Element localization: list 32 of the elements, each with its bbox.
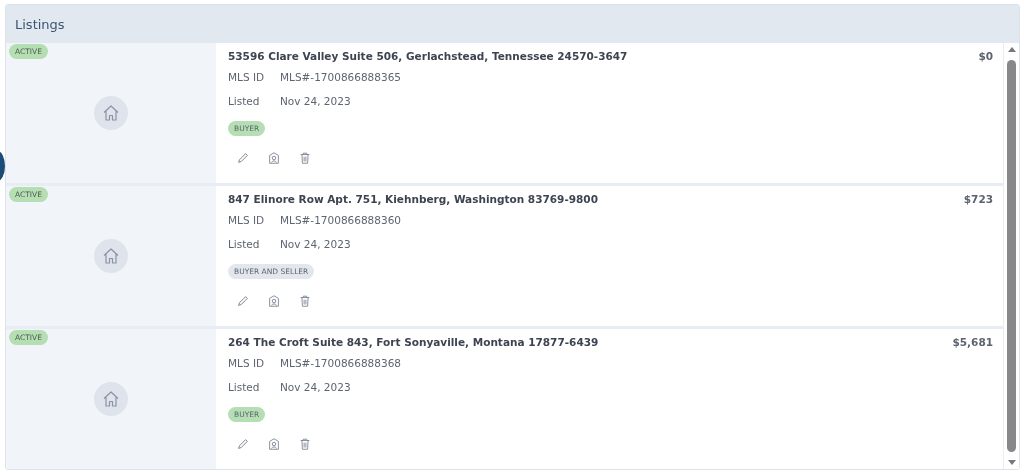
listing-address: 847 Elinore Row Apt. 751, Kiehnberg, Washington 83769-9800 (228, 192, 598, 205)
mls-id: MLS#-1700866888360 (280, 214, 401, 226)
house-icon (94, 96, 128, 130)
listing-address: 264 The Croft Suite 843, Fort Sonyaville, Montana 17877-6439 (228, 335, 599, 348)
contact-icon[interactable] (267, 294, 281, 308)
field-label: MLS ID (228, 71, 266, 83)
field-label: MLS ID (228, 357, 266, 369)
delete-icon[interactable] (298, 294, 312, 308)
contact-icon[interactable] (267, 437, 281, 451)
field-label: MLS ID (228, 214, 266, 226)
mls-id: MLS#-1700866888368 (280, 357, 401, 369)
house-icon (94, 382, 128, 416)
delete-icon[interactable] (298, 151, 312, 165)
listing-price: $0 (978, 49, 993, 62)
edit-icon[interactable] (236, 294, 250, 308)
listed-date: Nov 24, 2023 (280, 95, 351, 107)
house-icon (94, 239, 128, 273)
field-label: Listed (228, 95, 261, 107)
listing-price: $723 (963, 192, 993, 205)
mls-id: MLS#-1700866888365 (280, 71, 401, 83)
listing-address: 53596 Clare Valley Suite 506, Gerlachstead, Tennessee 24570-3647 (228, 49, 628, 62)
field-label: Listed (228, 381, 261, 393)
listing-price: $5,681 (952, 335, 993, 348)
field-label: Listed (228, 238, 261, 250)
scrollbar[interactable] (1003, 43, 1019, 469)
contact-icon[interactable] (267, 151, 281, 165)
delete-icon[interactable] (298, 437, 312, 451)
edit-icon[interactable] (236, 437, 250, 451)
panel-title: Listings (15, 16, 65, 32)
edit-icon[interactable] (236, 151, 250, 165)
listed-date: Nov 24, 2023 (280, 238, 351, 250)
listed-date: Nov 24, 2023 (280, 381, 351, 393)
